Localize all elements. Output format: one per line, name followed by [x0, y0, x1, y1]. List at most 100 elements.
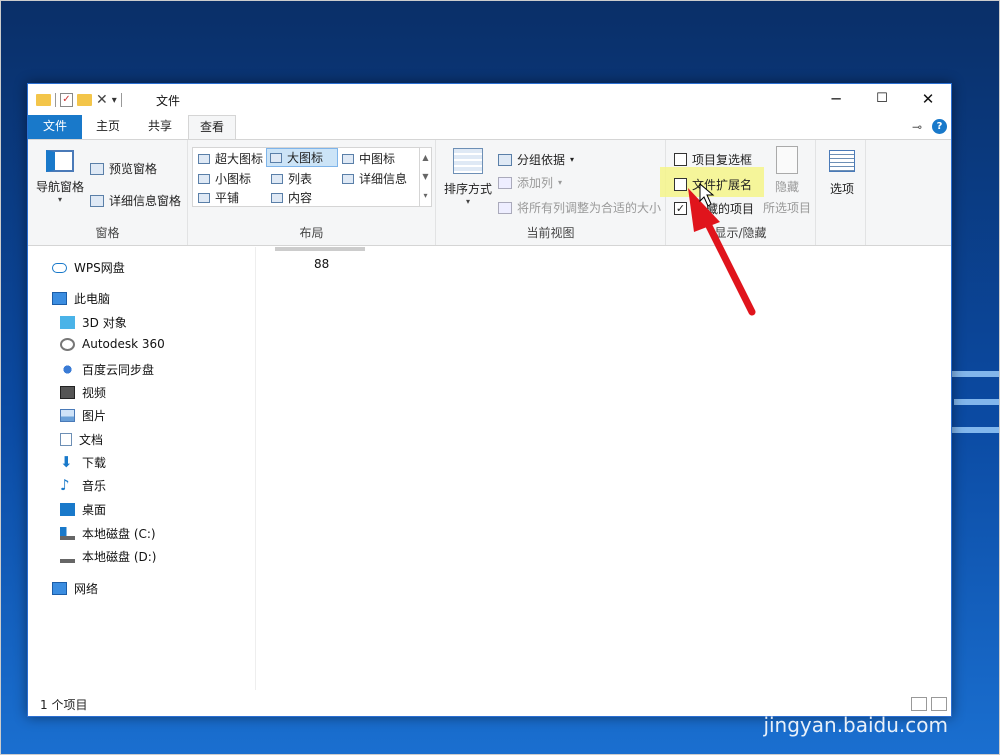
nav-item-label: 此电脑: [74, 292, 111, 306]
qat-dropdown-icon[interactable]: ▾: [112, 95, 117, 106]
autodesk-icon: [60, 337, 75, 351]
file-extensions-label: 文件扩展名: [692, 178, 753, 192]
navigation-pane: WPS网盘 此电脑 3D 对象 Autodesk 360 百度云同步盘 视频 图…: [28, 247, 256, 692]
nav-item-label: 百度云同步盘: [82, 363, 155, 377]
fit-columns-button[interactable]: 将所有列调整为合适的大小: [498, 199, 661, 216]
chevron-down-icon: ▾: [570, 155, 575, 164]
delete-icon[interactable]: ✕: [96, 92, 108, 108]
file-extensions-checkbox[interactable]: [674, 178, 687, 191]
nav-item-baidu-sync[interactable]: 百度云同步盘: [60, 361, 154, 378]
nav-item-downloads[interactable]: ⬇ 下载: [60, 454, 106, 471]
chevron-down-icon: ▾: [465, 197, 470, 206]
expand-gallery-icon[interactable]: ▾: [420, 186, 431, 205]
watermark-url: jingyan.baidu.com: [763, 713, 948, 737]
extra-large-icons-icon: [198, 153, 210, 164]
help-area: ⊸ ?: [912, 119, 947, 134]
navigation-pane-icon: [46, 150, 74, 172]
preview-pane-label: 预览窗格: [109, 162, 158, 176]
item-checkboxes-toggle[interactable]: 项目复选框: [674, 151, 752, 168]
nav-item-autodesk-360[interactable]: Autodesk 360: [60, 337, 165, 351]
item-count: 1 个项目: [40, 698, 88, 712]
pin-ribbon-icon[interactable]: ⊸: [912, 120, 922, 134]
title-bar: ✓ ✕ ▾ 文件 ─ ☐ ✕: [28, 84, 951, 115]
preview-pane-button[interactable]: 预览窗格: [90, 160, 157, 177]
window-title: 文件: [156, 94, 181, 108]
layout-details[interactable]: 详细信息: [339, 169, 407, 188]
layout-small-icons[interactable]: 小图标: [195, 169, 251, 188]
chevron-down-icon[interactable]: ▼: [420, 167, 431, 186]
quick-access-toolbar: ✓ ✕ ▾: [36, 92, 122, 108]
nav-item-documents[interactable]: 文档: [60, 431, 103, 448]
layout-tiles[interactable]: 平铺: [195, 188, 239, 207]
layout-medium-icons[interactable]: 中图标: [339, 149, 395, 168]
hide-selected-button[interactable]: 隐藏 所选项目: [762, 146, 812, 216]
nav-item-label: Autodesk 360: [82, 337, 165, 351]
nav-item-network[interactable]: 网络: [52, 580, 98, 597]
minimize-button[interactable]: ─: [813, 84, 859, 115]
medium-icons-icon: [342, 153, 354, 164]
file-list: 88: [257, 247, 951, 692]
sort-by-button[interactable]: 排序方式 ▾: [440, 148, 496, 206]
nav-item-videos[interactable]: 视频: [60, 384, 106, 401]
hide-selected-label: 隐藏: [774, 180, 799, 194]
picture-icon: [60, 409, 75, 422]
properties-icon[interactable]: ✓: [60, 93, 73, 107]
layout-item-label: 超大图标: [215, 152, 264, 166]
help-icon[interactable]: ?: [932, 119, 947, 134]
item-checkboxes-checkbox[interactable]: [674, 153, 687, 166]
nav-item-3d-objects[interactable]: 3D 对象: [60, 314, 127, 331]
file-thumbnail[interactable]: [275, 247, 365, 251]
desktop-light-ray: [954, 399, 999, 405]
layout-content[interactable]: 内容: [268, 188, 312, 207]
large-icons-icon: [270, 152, 282, 163]
cloud-icon: [52, 262, 67, 273]
layout-list[interactable]: 列表: [268, 169, 312, 188]
maximize-button[interactable]: ☐: [859, 84, 905, 115]
nav-item-music[interactable]: ♪ 音乐: [60, 477, 106, 494]
nav-item-label: 本地磁盘 (D:): [82, 550, 157, 564]
music-note-icon: ♪: [60, 476, 70, 494]
group-label: 窗格: [95, 226, 120, 240]
group-options: 选项: [816, 140, 866, 245]
nav-item-desktop[interactable]: 桌面: [60, 501, 106, 518]
new-folder-icon[interactable]: [77, 94, 92, 106]
folder-icon[interactable]: [36, 94, 51, 106]
nav-item-drive-c[interactable]: 本地磁盘 (C:): [60, 525, 156, 542]
nav-item-pictures[interactable]: 图片: [60, 407, 106, 424]
nav-item-this-pc[interactable]: 此电脑: [52, 290, 110, 307]
tab-home[interactable]: 主页: [84, 115, 132, 139]
chevron-down-icon: ▾: [57, 195, 62, 204]
layout-extra-large-icons[interactable]: 超大图标: [195, 149, 263, 168]
group-show-hide: 项目复选框 文件扩展名 ✓ 藏的项目 隐藏 所选项目 显示/隐藏: [660, 140, 816, 245]
layout-item-label: 详细信息: [359, 172, 408, 186]
nav-item-drive-d[interactable]: 本地磁盘 (D:): [60, 548, 156, 565]
navigation-pane-button[interactable]: 导航窗格 ▾: [32, 150, 88, 204]
nav-item-label: 文档: [79, 433, 104, 447]
add-column-button[interactable]: 添加列 ▾: [498, 174, 562, 191]
gallery-scrollbar[interactable]: ▲ ▼ ▾: [419, 148, 431, 206]
tab-view[interactable]: 查看: [188, 115, 236, 139]
nav-item-label: 网络: [74, 582, 99, 596]
details-pane-button[interactable]: 详细信息窗格: [90, 192, 181, 209]
nav-item-wps-drive[interactable]: WPS网盘: [52, 259, 125, 276]
hard-drive-icon: [60, 550, 75, 563]
watermark-brand: Baidu经验: [729, 653, 948, 702]
chevron-up-icon[interactable]: ▲: [420, 148, 431, 167]
file-extensions-toggle[interactable]: 文件扩展名: [674, 176, 752, 193]
details-pane-icon: [90, 194, 104, 207]
group-by-button[interactable]: 分组依据 ▾: [498, 151, 574, 168]
item-checkboxes-label: 项目复选框: [692, 153, 753, 167]
tab-file[interactable]: 文件: [28, 115, 82, 139]
hidden-items-checkbox[interactable]: ✓: [674, 202, 687, 215]
fit-columns-icon: [498, 201, 512, 214]
layout-large-icons[interactable]: 大图标: [266, 148, 338, 167]
layout-item-label: 大图标: [287, 151, 324, 165]
hidden-items-toggle[interactable]: ✓ 藏的项目: [674, 200, 754, 217]
list-icon: [271, 173, 283, 184]
navigation-pane-label: 导航窗格: [35, 180, 84, 194]
options-button[interactable]: 选项: [822, 150, 862, 197]
close-button[interactable]: ✕: [905, 84, 951, 115]
preview-pane-icon: [90, 162, 104, 175]
file-name[interactable]: 88: [314, 257, 329, 271]
tab-share[interactable]: 共享: [136, 115, 184, 139]
